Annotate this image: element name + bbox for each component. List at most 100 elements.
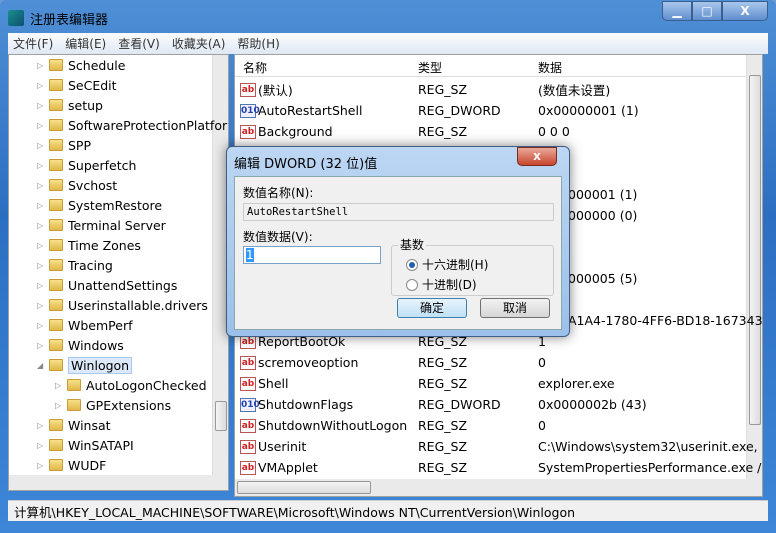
binary-value-icon: 010 xyxy=(240,397,260,412)
expand-arrow-icon[interactable]: ▷ xyxy=(37,161,43,170)
menu-view[interactable]: 查看(V) xyxy=(118,35,160,52)
tree-item-label: SystemRestore xyxy=(68,197,163,213)
tree-item[interactable]: ▷ SPP xyxy=(37,135,91,155)
value-row[interactable]: ab Userinit REG_SZ C:\Windows\system32\user… xyxy=(235,436,758,457)
tree-item-label: WinSATAPI xyxy=(68,437,134,453)
menu-bar: 文件(F) 编辑(E) 查看(V) 收藏夹(A) 帮助(H) xyxy=(8,33,768,54)
menu-file[interactable]: 文件(F) xyxy=(13,35,53,52)
tree-item[interactable]: ▷ Winsat xyxy=(37,415,111,435)
close-button[interactable]: X xyxy=(722,1,768,21)
column-type[interactable]: 类型 xyxy=(418,59,442,76)
value-data: 000005 (5) xyxy=(568,271,638,286)
tree-item-label: Tracing xyxy=(68,257,113,273)
tree-item[interactable]: ▷ Tracing xyxy=(37,255,113,275)
value-row[interactable]: ab ShutdownWithoutLogon REG_SZ 0 xyxy=(235,415,746,436)
value-row[interactable]: ab (默认) REG_SZ (数值未设置) xyxy=(235,79,746,100)
list-header: 名称 类型 数据 xyxy=(235,55,746,77)
value-row[interactable]: ab Background REG_SZ 0 0 0 xyxy=(235,121,746,142)
value-name: (默认) xyxy=(258,83,293,98)
expand-arrow-icon[interactable]: ▷ xyxy=(37,301,43,310)
edit-dword-dialog: 编辑 DWORD (32 位)值 x 数值名称(N): AutoRestartS… xyxy=(226,146,570,337)
hex-radio[interactable]: 十六进制(H) xyxy=(406,256,488,273)
string-value-icon: ab xyxy=(240,124,256,139)
column-data[interactable]: 数据 xyxy=(538,59,562,76)
list-hscroll-thumb[interactable] xyxy=(237,481,371,494)
tree-item[interactable]: ▷ Userinstallable.drivers xyxy=(37,295,208,315)
expand-arrow-icon[interactable]: ▷ xyxy=(37,121,43,130)
tree-item[interactable]: ▷ Time Zones xyxy=(37,235,141,255)
value-name: ShutdownWithoutLogon xyxy=(258,418,408,433)
tree-item[interactable]: ▷ WinSATAPI xyxy=(37,435,134,455)
tree-scroll-thumb[interactable] xyxy=(215,401,227,431)
column-name[interactable]: 名称 xyxy=(243,59,267,76)
dialog-title: 编辑 DWORD (32 位)值 xyxy=(234,157,378,172)
tree-item[interactable]: ▷ WbemPerf xyxy=(37,315,132,335)
folder-icon xyxy=(49,239,63,251)
tree-horizontal-scrollbar[interactable] xyxy=(9,475,228,490)
value-data-input[interactable]: 1 xyxy=(243,246,381,264)
value-data: 0x00000001 (1) xyxy=(538,103,639,118)
expand-arrow-icon[interactable]: ▷ xyxy=(37,281,43,290)
tree-item[interactable]: ▷ SeCEdit xyxy=(37,75,117,95)
expand-arrow-icon[interactable]: ▷ xyxy=(37,181,43,190)
value-row[interactable]: ab scremoveoption REG_SZ 0 xyxy=(235,352,746,373)
value-row[interactable]: 010 AutoRestartShell REG_DWORD 0x00000001 (… xyxy=(235,100,746,121)
expand-arrow-icon[interactable]: ▷ xyxy=(37,201,43,210)
tree-item[interactable]: ▷ AutoLogonChecked xyxy=(55,375,207,395)
expand-arrow-icon[interactable]: ▷ xyxy=(55,381,61,390)
dialog-close-button[interactable]: x xyxy=(517,147,557,166)
tree-item-label: Userinstallable.drivers xyxy=(68,297,208,313)
tree-item[interactable]: ▷ UnattendSettings xyxy=(37,275,178,295)
value-type: REG_SZ xyxy=(418,376,468,391)
ok-button[interactable]: 确定 xyxy=(397,298,467,318)
expand-arrow-icon[interactable]: ▷ xyxy=(37,221,43,230)
expand-arrow-icon[interactable]: ▷ xyxy=(37,321,43,330)
value-data: 000001 (1) xyxy=(568,187,638,202)
expand-arrow-icon[interactable]: ▷ xyxy=(37,141,43,150)
tree-item[interactable]: ▷ setup xyxy=(37,95,103,115)
tree-item[interactable]: ▷ WUDF xyxy=(37,455,106,475)
value-row[interactable]: 010 ShutdownFlags REG_DWORD 0x0000002b (43) xyxy=(235,394,746,415)
decimal-radio[interactable]: 十进制(D) xyxy=(406,276,477,293)
tree-item[interactable]: ▷ Windows xyxy=(37,335,124,355)
tree-item[interactable]: ▷ SystemRestore xyxy=(37,195,163,215)
tree-item[interactable]: ▷ SoftwareProtectionPlatform xyxy=(37,115,228,135)
expand-arrow-icon[interactable]: ▷ xyxy=(37,61,43,70)
maximize-button[interactable]: □ xyxy=(692,1,722,21)
expand-arrow-icon[interactable]: ▷ xyxy=(37,241,43,250)
menu-edit[interactable]: 编辑(E) xyxy=(65,35,106,52)
expand-arrow-icon[interactable]: ▷ xyxy=(37,101,43,110)
cancel-button[interactable]: 取消 xyxy=(480,298,550,318)
expand-arrow-icon[interactable]: ▷ xyxy=(55,401,61,410)
expand-arrow-icon[interactable]: ▷ xyxy=(37,261,43,270)
list-scroll-thumb[interactable] xyxy=(749,75,761,425)
tree-item-label: UnattendSettings xyxy=(68,277,178,293)
tree-item[interactable]: ▷ Svchost xyxy=(37,175,117,195)
tree-item[interactable]: ▷ Superfetch xyxy=(37,155,136,175)
string-value-icon: ab xyxy=(240,82,256,97)
value-data: 0x0000002b (43) xyxy=(538,397,647,412)
expand-arrow-icon[interactable]: ▷ xyxy=(37,461,43,470)
tree-item[interactable]: ◢ Winlogon xyxy=(37,355,133,375)
value-type: REG_DWORD xyxy=(418,103,501,118)
tree-item[interactable]: ▷ Schedule xyxy=(37,55,126,75)
menu-help[interactable]: 帮助(H) xyxy=(237,35,279,52)
tree-item[interactable]: ▷ Terminal Server xyxy=(37,215,166,235)
registry-tree[interactable]: ▷ Schedule ▷ SeCEdit ▷ setup ▷ SoftwareProtecti… xyxy=(8,54,229,491)
expand-arrow-icon[interactable]: ▷ xyxy=(37,441,43,450)
list-horizontal-scrollbar[interactable] xyxy=(235,479,762,496)
value-row[interactable]: ab Shell REG_SZ explorer.exe xyxy=(235,373,746,394)
value-row[interactable]: ab VMApplet REG_SZ SystemPropertiesPerforma… xyxy=(235,457,761,478)
list-vertical-scrollbar[interactable] xyxy=(746,55,762,479)
folder-icon xyxy=(49,279,63,291)
menu-favorites[interactable]: 收藏夹(A) xyxy=(172,35,226,52)
expand-arrow-icon[interactable]: ▷ xyxy=(37,81,43,90)
expanded-arrow-icon[interactable]: ◢ xyxy=(37,361,43,370)
expand-arrow-icon[interactable]: ▷ xyxy=(37,341,43,350)
tree-item-label: Windows xyxy=(68,337,124,353)
expand-arrow-icon[interactable]: ▷ xyxy=(37,421,43,430)
tree-item-label: Schedule xyxy=(68,57,126,73)
tree-item[interactable]: ▷ GPExtensions xyxy=(55,395,171,415)
minimize-button[interactable]: ▁ xyxy=(662,1,692,21)
folder-icon xyxy=(49,159,63,171)
